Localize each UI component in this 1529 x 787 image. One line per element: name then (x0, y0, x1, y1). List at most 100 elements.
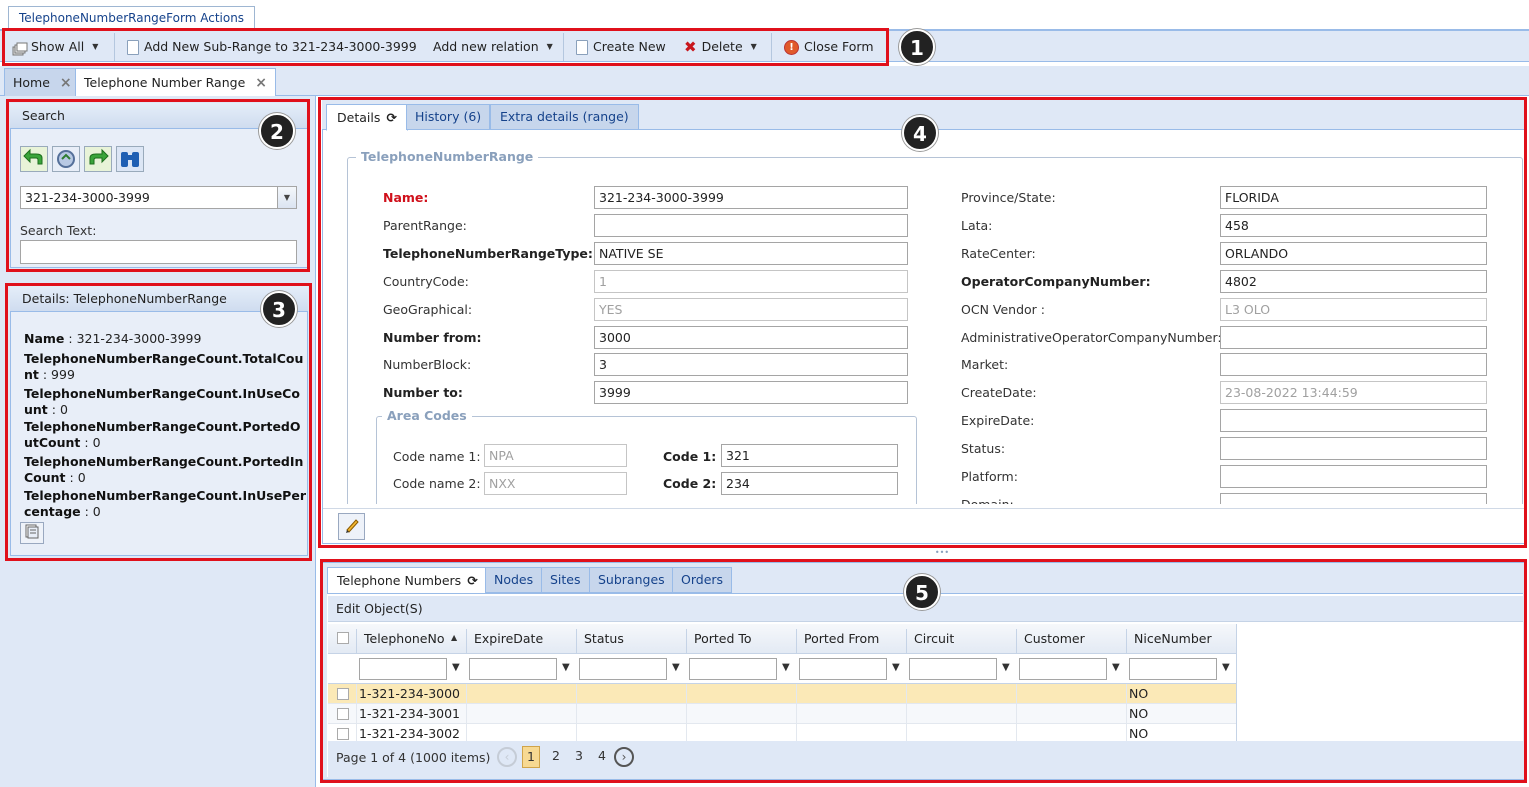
filter-icon[interactable]: ▼ (672, 662, 680, 673)
filter-icon[interactable]: ▼ (452, 662, 460, 673)
form-field-input[interactable]: 458 (1220, 213, 1487, 237)
forward-arrow-icon[interactable] (84, 146, 112, 174)
tab-details[interactable]: Details ⟳ (326, 104, 408, 131)
column-filter-input[interactable] (469, 658, 557, 680)
form-field-input[interactable] (1220, 353, 1487, 377)
column-divider (356, 684, 357, 741)
column-filter-input[interactable] (909, 658, 997, 680)
form-field-label: ExpireDate: (961, 413, 1035, 429)
binoculars-icon[interactable] (116, 146, 144, 174)
column-filter-input[interactable] (1129, 658, 1217, 680)
delete-button[interactable]: ✖ Delete ▼ (684, 35, 757, 59)
close-icon[interactable]: × (60, 70, 72, 96)
code-1-field[interactable]: 321 (721, 444, 898, 467)
sort-asc-icon[interactable]: ▲ (451, 633, 457, 642)
form-field-input[interactable]: 23-08-2022 13:44:59 (1220, 381, 1487, 405)
form-field-input[interactable]: YES (594, 297, 908, 321)
next-page-icon[interactable]: › (614, 747, 634, 767)
copy-details-button[interactable] (20, 522, 44, 544)
add-sub-range-button[interactable]: Add New Sub-Range to 321-234-3000-3999 (127, 35, 417, 59)
telephone-number-cell[interactable]: 1-321-234-3001 (359, 704, 460, 724)
page-number-button[interactable]: 1 (522, 746, 540, 768)
form-field-input[interactable] (1220, 437, 1487, 461)
form-field-input[interactable]: 1 (594, 269, 908, 293)
column-filter-input[interactable] (359, 658, 447, 680)
annotation-badge-5: 5 (904, 574, 940, 610)
telephone-number-cell[interactable]: 1-321-234-3000 (359, 684, 460, 704)
form-field-input[interactable]: FLORIDA (1220, 186, 1487, 209)
filter-icon[interactable]: ▼ (562, 662, 570, 673)
filter-icon[interactable]: ▼ (892, 662, 900, 673)
form-field-input[interactable]: L3 OLO (1220, 297, 1487, 321)
refresh-icon[interactable]: ⟳ (467, 568, 477, 594)
back-arrow-icon[interactable] (20, 146, 48, 174)
filter-icon[interactable]: ▼ (782, 662, 790, 673)
filter-icon[interactable]: ▼ (1222, 662, 1230, 673)
filter-icon[interactable]: ▼ (1112, 662, 1120, 673)
form-field-input[interactable]: 3 (594, 353, 908, 377)
page-number-button[interactable]: 2 (547, 746, 565, 768)
tab-home[interactable]: Home × (4, 68, 81, 96)
create-new-button[interactable]: Create New (576, 35, 666, 59)
form-field-input[interactable]: 321-234-3000-3999 (594, 186, 908, 209)
column-filter-input[interactable] (1019, 658, 1107, 680)
form-field-label: NumberBlock: (383, 357, 472, 373)
nice-number-cell: NO (1129, 706, 1149, 721)
refresh-icon[interactable]: ⟳ (386, 105, 396, 131)
prev-page-icon[interactable]: ‹ (497, 747, 517, 767)
refresh-search-icon[interactable] (52, 146, 80, 174)
row-checkbox[interactable] (337, 708, 349, 720)
column-filter-input[interactable] (689, 658, 777, 680)
add-relation-button[interactable]: Add new relation ▼ (433, 35, 553, 59)
page-number-button[interactable]: 4 (593, 746, 611, 768)
add-relation-label: Add new relation (433, 39, 539, 54)
form-field-input[interactable]: ORLANDO (1220, 241, 1487, 265)
form-field-input[interactable]: 4802 (1220, 269, 1487, 293)
search-range-combo[interactable]: 321-234-3000-3999 (20, 186, 278, 209)
details-summary-value: 321-234-3000-3999 (76, 331, 202, 346)
form-field-input[interactable] (1220, 409, 1487, 433)
form-field-input[interactable] (1220, 492, 1487, 504)
form-field-label: Platform: (961, 469, 1018, 484)
tab-history[interactable]: History (6) (406, 104, 491, 130)
tab-details-label: Details (337, 109, 381, 125)
form-actions-tab[interactable]: TelephoneNumberRangeForm Actions (8, 6, 256, 30)
page-number-button[interactable]: 3 (570, 746, 588, 768)
close-form-button[interactable]: ! Close Form (784, 35, 874, 59)
tab-orders[interactable]: Orders (672, 567, 733, 593)
tab-telephone-numbers[interactable]: Telephone Numbers ⟳ (327, 567, 488, 594)
details-summary-key: TelephoneNumberRangeCount.PortedOutCount (24, 419, 301, 450)
tab-nodes[interactable]: Nodes (485, 567, 543, 593)
tab-extra-details[interactable]: Extra details (range) (490, 104, 639, 130)
filter-icon[interactable]: ▼ (1002, 662, 1010, 673)
column-filter-input[interactable] (579, 658, 667, 680)
edit-objects-button[interactable]: Edit Object(S) (336, 601, 423, 616)
column-filter-input[interactable] (799, 658, 887, 680)
form-field-input[interactable] (1220, 465, 1487, 488)
close-icon[interactable]: × (255, 70, 267, 96)
show-all-button[interactable]: Show All ▼ (12, 35, 98, 59)
combo-trigger-button[interactable]: ▼ (278, 186, 297, 209)
edit-button[interactable] (338, 513, 365, 540)
table-row[interactable] (328, 684, 1237, 704)
tab-sites[interactable]: Sites (541, 567, 590, 593)
tab-telephone-number-range[interactable]: Telephone Number Range × (75, 68, 276, 98)
table-row[interactable] (328, 704, 1237, 724)
form-field-input[interactable] (1220, 325, 1487, 349)
form-field-input[interactable]: 3999 (594, 381, 908, 405)
splitter-handle[interactable]: ••• (932, 549, 952, 557)
form-field-input[interactable]: 3000 (594, 325, 908, 349)
form-field-input[interactable] (594, 213, 908, 237)
pencil-icon (344, 517, 360, 536)
row-checkbox[interactable] (337, 688, 349, 700)
search-text-input[interactable] (20, 240, 297, 264)
code-name-2-field[interactable]: NXX (484, 472, 627, 495)
code-2-field[interactable]: 234 (721, 472, 898, 495)
tab-subranges[interactable]: Subranges (589, 567, 674, 593)
annotation-badge-3: 3 (261, 291, 297, 327)
code-name-1-field[interactable]: NPA (484, 444, 627, 467)
form-field-input[interactable]: NATIVE SE (594, 241, 908, 265)
add-sub-range-label: Add New Sub-Range to 321-234-3000-3999 (144, 39, 417, 54)
select-all-checkbox[interactable] (337, 632, 349, 644)
row-checkbox[interactable] (337, 728, 349, 740)
